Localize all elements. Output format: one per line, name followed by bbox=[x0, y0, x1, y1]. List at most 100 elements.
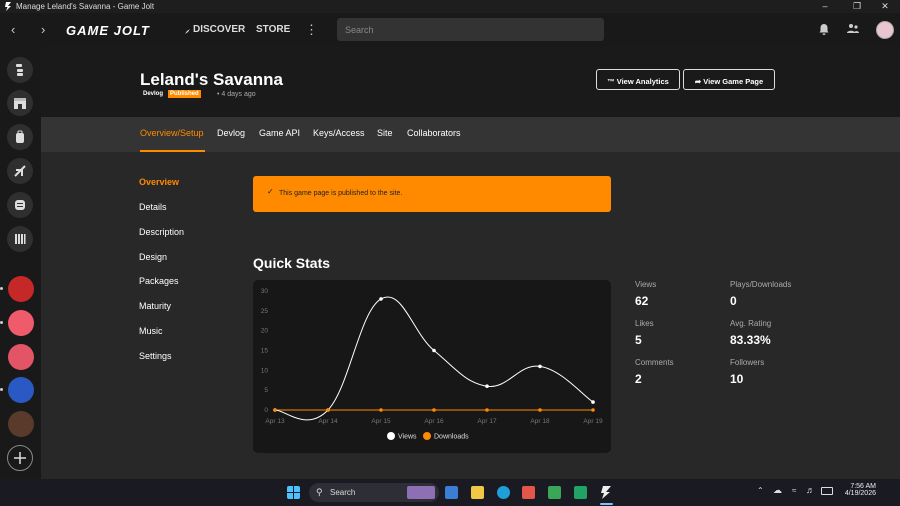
left-sidebar bbox=[0, 46, 41, 479]
stat-value: 83.33% bbox=[730, 333, 771, 347]
forward-arrow-icon[interactable]: › bbox=[41, 22, 45, 37]
game-jolt-logo[interactable]: GAME JOLT bbox=[66, 23, 150, 38]
tab-keys-access[interactable]: Keys/Access bbox=[313, 128, 365, 138]
legend-marker-views bbox=[387, 432, 395, 440]
more-options-icon[interactable]: ⋮ bbox=[305, 22, 318, 38]
game-jolt-app-icon bbox=[5, 2, 11, 11]
sidenav-settings[interactable]: Settings bbox=[139, 351, 172, 361]
friends-icon[interactable] bbox=[846, 22, 860, 36]
taskbar-search[interactable]: ⚲ Search bbox=[309, 483, 439, 502]
updated-time: • 4 days ago bbox=[217, 91, 256, 98]
tab-game-api[interactable]: Game API bbox=[259, 128, 300, 138]
app-grid-icon[interactable] bbox=[548, 486, 561, 499]
game-jolt-taskbar-icon[interactable] bbox=[600, 486, 613, 499]
maximize-button[interactable]: ❐ bbox=[842, 0, 872, 13]
search-highlight-image bbox=[407, 486, 435, 499]
tab-overview-setup[interactable]: Overview/Setup bbox=[140, 128, 204, 138]
minimize-button[interactable]: – bbox=[810, 0, 840, 13]
discover-link[interactable]: DISCOVER bbox=[193, 24, 245, 35]
store-button[interactable] bbox=[7, 90, 33, 116]
tab-site[interactable]: Site bbox=[377, 128, 393, 138]
view-analytics-button[interactable]: ™ View Analytics bbox=[596, 69, 680, 90]
activity-icon bbox=[16, 64, 23, 76]
notifications-bell-icon[interactable] bbox=[817, 22, 831, 36]
x-tick-label: Apr 13 bbox=[265, 418, 285, 425]
alert-message: This game page is published to the site. bbox=[279, 190, 403, 197]
window-title: Manage Leland's Savanna - Game Jolt bbox=[16, 2, 155, 11]
compass-icon bbox=[185, 29, 190, 34]
view-game-page-button[interactable]: ➦ View Game Page bbox=[683, 69, 775, 90]
stat-label: Views bbox=[635, 280, 657, 289]
stat-label: Comments bbox=[635, 358, 674, 367]
type-tag: Devlog bbox=[141, 90, 166, 98]
game-community-avatar-1[interactable] bbox=[8, 276, 34, 302]
data-point-views bbox=[538, 364, 542, 369]
chat-button[interactable] bbox=[7, 192, 33, 218]
windows-start-icon[interactable] bbox=[287, 486, 300, 499]
search-input[interactable] bbox=[337, 18, 604, 41]
game-community-avatar-2[interactable] bbox=[8, 310, 34, 336]
view-analytics-label: View Analytics bbox=[616, 77, 669, 86]
file-explorer-icon[interactable] bbox=[471, 486, 484, 499]
data-point-views bbox=[591, 400, 595, 404]
sidenav-maturity[interactable]: Maturity bbox=[139, 301, 171, 311]
series-line-views bbox=[274, 296, 594, 421]
game-community-avatar-5[interactable] bbox=[8, 411, 34, 437]
updated-time-text: 4 days ago bbox=[221, 91, 256, 98]
stat-value: 62 bbox=[635, 294, 649, 308]
stat-label: Plays/Downloads bbox=[730, 280, 792, 289]
photos-app-icon[interactable] bbox=[445, 486, 458, 499]
tab-collaborators[interactable]: Collaborators bbox=[407, 128, 461, 138]
stat-value: 5 bbox=[635, 333, 642, 347]
stat-label: Followers bbox=[730, 358, 765, 367]
dashboard-button[interactable] bbox=[7, 158, 33, 184]
store-link[interactable]: STORE bbox=[256, 24, 290, 35]
game-community-avatar-4[interactable] bbox=[8, 377, 34, 403]
add-community-button[interactable] bbox=[7, 445, 33, 471]
windows-taskbar: ⚲ Search ⌃ ☁ ≈ ♬ 7:56 AM 4/19/2026 bbox=[0, 479, 900, 506]
top-navigation: ‹ › GAME JOLT DISCOVER STORE ⋮ bbox=[0, 13, 900, 46]
sidenav-description[interactable]: Description bbox=[139, 227, 184, 237]
sidenav-overview[interactable]: Overview bbox=[139, 177, 179, 187]
volume-icon[interactable]: ♬ bbox=[806, 485, 815, 495]
game-header: Leland's Savanna Devlog Published • 4 da… bbox=[41, 46, 900, 117]
clock-time: 7:56 AM bbox=[850, 483, 876, 490]
unread-indicator bbox=[0, 287, 3, 290]
sidenav-design[interactable]: Design bbox=[139, 252, 167, 262]
x-tick-label: Apr 18 bbox=[530, 418, 550, 425]
games-library-button[interactable] bbox=[7, 226, 33, 252]
taskbar-clock[interactable]: 7:56 AM 4/19/2026 bbox=[840, 483, 876, 497]
published-alert: ✓ This game page is published to the sit… bbox=[253, 176, 611, 212]
tab-devlog[interactable]: Devlog bbox=[217, 128, 245, 138]
edge-browser-icon[interactable] bbox=[497, 486, 510, 499]
wifi-icon[interactable]: ≈ bbox=[792, 486, 796, 495]
game-community-avatar-3[interactable] bbox=[8, 344, 34, 370]
sidenav-details[interactable]: Details bbox=[139, 202, 167, 212]
sidenav-music[interactable]: Music bbox=[139, 326, 163, 336]
data-point-views bbox=[432, 348, 436, 353]
stat-label: Likes bbox=[635, 319, 654, 328]
y-tick-label: 5 bbox=[264, 387, 268, 394]
unread-indicator bbox=[0, 388, 3, 391]
chat-icon bbox=[15, 200, 25, 210]
quick-stats-title: Quick Stats bbox=[253, 255, 331, 271]
y-tick-label: 20 bbox=[261, 328, 269, 335]
activity-button[interactable] bbox=[7, 57, 33, 83]
library-button[interactable] bbox=[7, 124, 33, 150]
y-tick-label: 25 bbox=[261, 308, 269, 315]
sidenav-packages[interactable]: Packages bbox=[139, 276, 179, 286]
cloud-icon[interactable]: ☁ bbox=[773, 485, 782, 496]
app-icon[interactable] bbox=[574, 486, 587, 499]
search-icon: ⚲ bbox=[316, 487, 323, 497]
x-tick-label: Apr 19 bbox=[583, 418, 603, 425]
back-arrow-icon[interactable]: ‹ bbox=[11, 22, 15, 37]
data-point-views bbox=[379, 297, 383, 301]
stat-value: 0 bbox=[730, 294, 737, 308]
battery-icon[interactable] bbox=[821, 487, 833, 495]
store-app-icon[interactable] bbox=[522, 486, 535, 499]
y-tick-label: 0 bbox=[264, 407, 268, 414]
user-avatar[interactable] bbox=[876, 21, 894, 39]
chevron-up-icon[interactable]: ⌃ bbox=[757, 486, 764, 495]
library-shelf-icon bbox=[15, 234, 26, 244]
close-button[interactable]: ✕ bbox=[870, 0, 900, 13]
